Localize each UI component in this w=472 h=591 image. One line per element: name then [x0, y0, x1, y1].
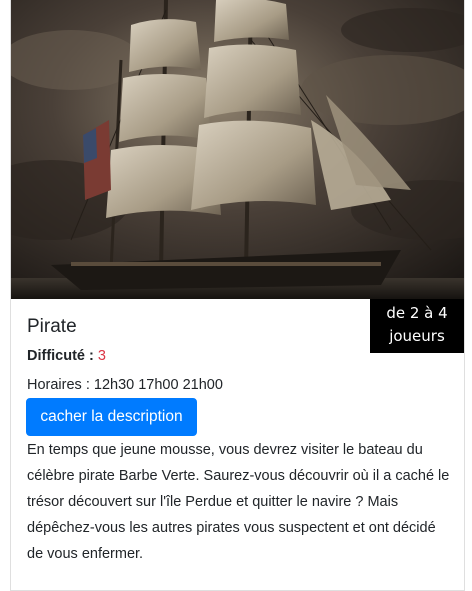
- room-card: de 2 à 4 joueurs Pirate Difficuté : 3 Ho…: [10, 0, 465, 591]
- schedule-text: Horaires : 12h30 17h00 21h00: [27, 377, 223, 393]
- room-description: En temps que jeune mousse, vous devrez v…: [27, 442, 450, 562]
- difficulty-row: Difficuté : 3: [27, 348, 106, 364]
- players-badge: de 2 à 4 joueurs: [370, 299, 464, 353]
- ship-image: [11, 0, 464, 299]
- toggle-description-button[interactable]: cacher la description: [26, 398, 197, 436]
- card-title: Pirate: [27, 316, 77, 337]
- players-range: de 2 à 4: [386, 304, 448, 322]
- players-unit: joueurs: [389, 327, 445, 345]
- difficulty-label: Difficuté :: [27, 348, 94, 364]
- difficulty-value: 3: [97, 348, 106, 364]
